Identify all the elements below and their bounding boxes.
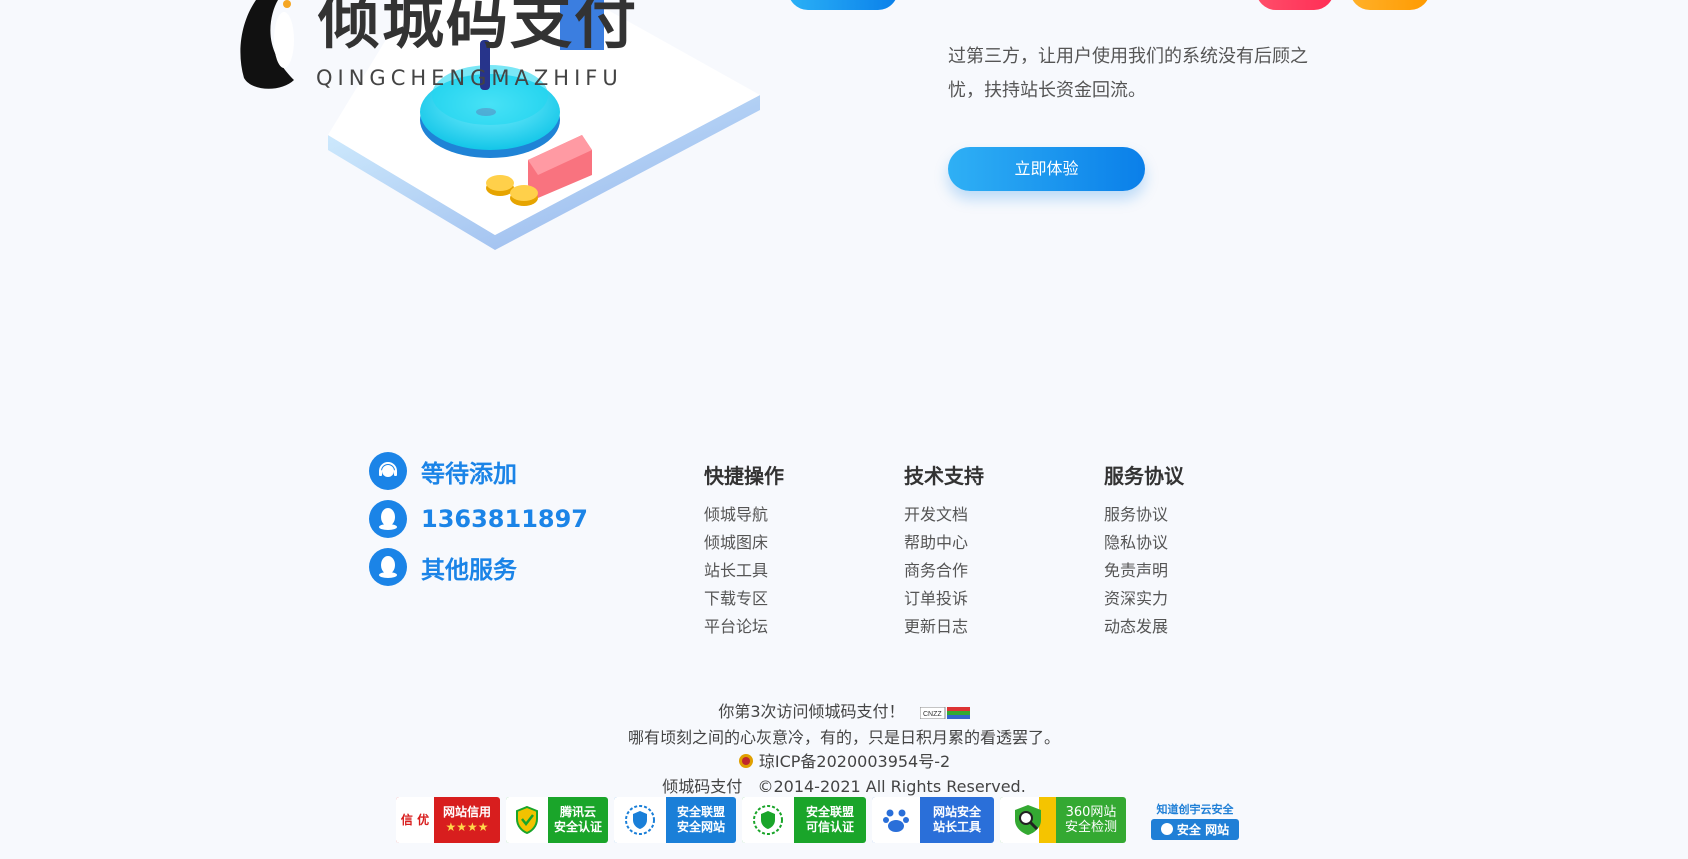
badge-line: 安全 网站 (1176, 822, 1230, 837)
badge-line: 安全检测 (1064, 820, 1117, 835)
contact-qq[interactable]: 1363811897 (369, 500, 588, 538)
footer-link[interactable]: 平台论坛 (704, 613, 864, 641)
footer-link[interactable]: 资深实力 (1104, 585, 1264, 613)
trusted-cert-badge[interactable]: 安全联盟 可信认证 (742, 797, 866, 843)
badge-stars: ★★★★ (445, 820, 489, 834)
badge-line: 腾讯云 (559, 805, 596, 819)
footer-link[interactable]: 订单投诉 (904, 585, 1064, 613)
baidu-paw-icon (872, 797, 920, 843)
qq-icon (369, 548, 407, 586)
column-heading: 技术支持 (904, 464, 984, 488)
badge-line: 可信认证 (805, 820, 854, 834)
footer-link[interactable]: 下载专区 (704, 585, 864, 613)
knownsec-badge[interactable]: 知道创宇云安全 安全 网站 (1132, 797, 1258, 843)
hero-description: 过第三方，让用户使用我们的系统没有后顾之 忧，扶持站长资金回流。 (948, 40, 1318, 108)
logo-title: 倾城码支付 (318, 0, 639, 57)
shield-icon (506, 797, 548, 843)
footer-link[interactable]: 免责声明 (1104, 557, 1264, 585)
cloud-shield-icon (1160, 823, 1173, 835)
visit-text: 你第3次访问倾城码支付！ (718, 702, 905, 721)
cnzz-label: CNZZ (923, 711, 942, 718)
shield-laurel-icon (742, 797, 794, 843)
footer-quote: 哪有顷刻之间的心灰意冷，有的，只是日积月累的看透罢了。 (627, 728, 1060, 747)
top-nav-button-red[interactable] (1256, 0, 1334, 10)
contact-text: 等待添加 (421, 459, 517, 488)
safety-alliance-badge[interactable]: 安全联盟 安全网站 (614, 797, 736, 843)
footer-link[interactable]: 更新日志 (904, 613, 1064, 641)
footer-link[interactable]: 站长工具 (704, 557, 864, 585)
badge-line: 安全认证 (553, 820, 602, 834)
credit-seal-text: 信 优 (400, 813, 430, 827)
cnzz-counter-icon[interactable]: CNZZ (919, 706, 970, 719)
badge-line: 安全网站 (676, 820, 725, 834)
footer-link[interactable]: 开发文档 (904, 501, 1064, 529)
footer-link[interactable]: 帮助中心 (904, 529, 1064, 557)
top-nav-button-orange[interactable] (1350, 0, 1430, 10)
footer-link[interactable]: 服务协议 (1104, 501, 1264, 529)
baidu-webmaster-badge[interactable]: 网站安全 站长工具 (872, 797, 994, 843)
credit-badge[interactable]: 信 优 网站信用 ★★★★ (396, 797, 500, 843)
copyright: 倾城码支付 ©2014-2021 All Rights Reserved. (662, 777, 1026, 796)
badge-line: 站长工具 (932, 820, 981, 834)
credit-seal-icon: 信 优 (396, 797, 434, 843)
police-emblem-icon (738, 754, 753, 768)
magnifier-shield-icon (1000, 797, 1056, 843)
footer-link[interactable]: 商务合作 (904, 557, 1064, 585)
qq-icon (369, 500, 407, 538)
badge-line: 网站安全 (932, 805, 981, 819)
footer-link[interactable]: 隐私协议 (1104, 529, 1264, 557)
footer-column-tech-support: 技术支持 开发文档 帮助中心 商务合作 订单投诉 更新日志 (904, 460, 1064, 641)
footer-link[interactable]: 倾城导航 (704, 501, 864, 529)
tencent-cloud-badge[interactable]: 腾讯云 安全认证 (506, 797, 608, 843)
contact-other-services[interactable]: 其他服务 (369, 548, 517, 586)
360-security-badge[interactable]: 360网站 安全检测 (1000, 797, 1126, 843)
contact-text: 其他服务 (421, 555, 517, 584)
security-badges: 信 优 网站信用 ★★★★ 腾讯云 安全认证 安全联盟 安全网站 安全联盟 可信… (396, 797, 1258, 843)
footer-link[interactable]: 动态发展 (1104, 613, 1264, 641)
try-now-button[interactable]: 立即体验 (948, 147, 1145, 191)
badge-line: 安全联盟 (805, 805, 854, 819)
contact-support[interactable]: 等待添加 (369, 452, 517, 490)
hero-line: 过第三方，让用户使用我们的系统没有后顾之 (948, 46, 1308, 67)
column-heading: 快捷操作 (704, 464, 784, 488)
shield-laurel-icon (614, 797, 666, 843)
contact-text: 1363811897 (421, 505, 588, 533)
logo-subtitle: QINGCHENGMAZHIFU (316, 66, 623, 90)
visit-counter-line: 你第3次访问倾城码支付！ CNZZ (0, 698, 1688, 722)
footer-link[interactable]: 倾城图床 (704, 529, 864, 557)
footer-column-service-agreement: 服务协议 服务协议 隐私协议 免责声明 资深实力 动态发展 (1104, 460, 1264, 641)
icp-line[interactable]: 琼ICP备2020003954号-2 (0, 748, 1688, 772)
icp-number[interactable]: 琼ICP备2020003954号-2 (759, 752, 950, 771)
badge-line: 安全联盟 (676, 805, 725, 819)
support-agent-icon (369, 452, 407, 490)
top-nav-button-blue[interactable] (788, 0, 898, 10)
column-heading: 服务协议 (1104, 464, 1184, 488)
badge-line: 网站信用 (442, 805, 491, 819)
badge-line: 知道创宇云安全 (1156, 802, 1234, 816)
footer-column-quick-actions: 快捷操作 倾城导航 倾城图床 站长工具 下载专区 平台论坛 (704, 460, 864, 641)
hero-line: 忧，扶持站长资金回流。 (948, 80, 1146, 101)
badge-line: 360网站 (1065, 805, 1117, 820)
